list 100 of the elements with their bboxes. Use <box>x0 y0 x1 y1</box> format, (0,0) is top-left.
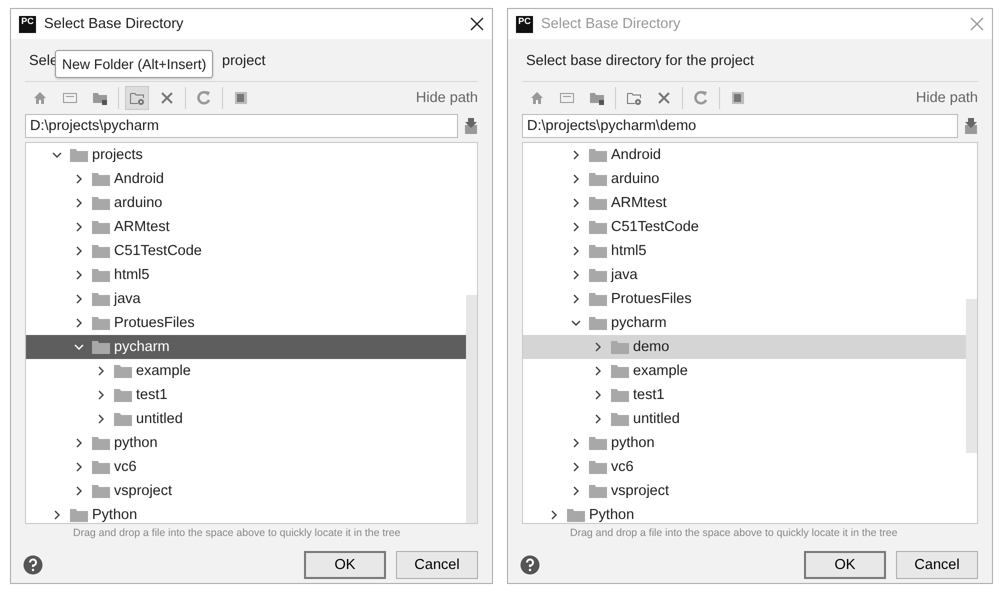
download-icon <box>464 117 478 135</box>
tree-row[interactable]: pycharm <box>26 335 466 359</box>
chevron-right-icon <box>593 342 603 352</box>
folder-name: ARMtest <box>114 219 170 235</box>
dialog-button[interactable]: Cancel <box>896 551 978 579</box>
tree-row[interactable]: ProtuesFiles <box>523 287 966 311</box>
tree-row[interactable]: untitled <box>26 407 466 431</box>
folder-name: arduino <box>611 171 660 187</box>
tree-row[interactable]: Android <box>523 143 966 167</box>
tree-row[interactable]: ProtuesFiles <box>26 311 466 335</box>
path-field[interactable]: D:\projects\pycharm\demo <box>522 114 958 138</box>
folder-icon <box>589 172 607 186</box>
tree-row[interactable]: demo <box>523 335 966 359</box>
chevron-right-icon <box>571 462 581 472</box>
tree-row[interactable]: Python <box>523 503 966 523</box>
folder-name: ProtuesFiles <box>611 291 692 307</box>
close-button[interactable] <box>470 17 484 31</box>
tree-row[interactable]: ARMtest <box>26 215 466 239</box>
new-folder-button[interactable] <box>125 86 149 110</box>
tree-row[interactable]: projects <box>26 143 466 167</box>
tree-row[interactable]: C51TestCode <box>26 239 466 263</box>
path-field[interactable]: D:\projects\pycharm <box>25 114 458 138</box>
help-button[interactable] <box>23 555 43 575</box>
tree-row[interactable]: example <box>26 359 466 383</box>
close-icon <box>656 90 672 106</box>
home-icon <box>32 90 48 106</box>
folder-name: python <box>114 435 158 451</box>
hide-path-link[interactable]: Hide path <box>916 90 978 106</box>
new-folder-icon <box>129 90 145 106</box>
tree-row[interactable]: pycharm <box>523 311 966 335</box>
tree-row[interactable]: java <box>523 263 966 287</box>
tree-row[interactable]: vsproject <box>26 479 466 503</box>
scrollbar-thumb[interactable] <box>466 295 477 523</box>
folder-icon <box>589 268 607 282</box>
tree-row[interactable]: vsproject <box>523 479 966 503</box>
tree-row[interactable]: Python <box>26 503 466 523</box>
chevron-right-icon <box>571 294 581 304</box>
window-icon <box>233 90 249 106</box>
tree-row[interactable]: python <box>523 431 966 455</box>
tree-row[interactable]: arduino <box>26 191 466 215</box>
hint-text: Drag and drop a file into the space above to quickly locate it in the tree <box>72 526 402 539</box>
folder-icon <box>92 268 110 282</box>
tree-row[interactable]: ARMtest <box>523 191 966 215</box>
app-logo: PC <box>516 16 533 32</box>
window-title: Select Base Directory <box>541 16 682 32</box>
folder-icon <box>92 436 110 450</box>
window-title: Select Base Directory <box>44 16 184 32</box>
tree-row[interactable]: python <box>26 431 466 455</box>
scrollbar-thumb[interactable] <box>966 299 977 453</box>
chevron-right-icon <box>74 318 84 328</box>
chevron-right-icon <box>571 486 581 496</box>
close-icon <box>470 17 484 31</box>
tree-row[interactable]: untitled <box>523 407 966 431</box>
chevron-right-icon <box>52 510 62 520</box>
dialog-button[interactable]: OK <box>804 551 886 579</box>
chevron-right-icon <box>74 486 84 496</box>
refresh-icon <box>196 90 212 106</box>
chevron-right-icon <box>549 510 559 520</box>
folder-icon <box>567 508 585 522</box>
tree-row[interactable]: arduino <box>523 167 966 191</box>
help-button[interactable] <box>520 555 540 575</box>
folder-icon <box>589 484 607 498</box>
folder-icon <box>92 340 110 354</box>
dialog-button[interactable]: OK <box>304 551 386 579</box>
tree-row[interactable]: Android <box>26 167 466 191</box>
folder-name: untitled <box>136 411 183 427</box>
chevron-right-icon <box>571 270 581 280</box>
folder-name: arduino <box>114 195 162 211</box>
tree-row[interactable]: vc6 <box>26 455 466 479</box>
folder-icon <box>589 292 607 306</box>
tree-row[interactable]: html5 <box>26 263 466 287</box>
folder-name: vc6 <box>611 459 634 475</box>
folder-name: java <box>114 291 141 307</box>
hide-path-link[interactable]: Hide path <box>416 90 478 106</box>
tree-row[interactable]: html5 <box>523 239 966 263</box>
folder-icon <box>114 388 132 402</box>
chevron-right-icon <box>74 198 84 208</box>
tree-row[interactable]: example <box>523 359 966 383</box>
dialog-button[interactable]: Cancel <box>396 551 478 579</box>
app-logo: PC <box>19 16 36 32</box>
folder-name: Android <box>114 171 164 187</box>
tree-row[interactable]: vc6 <box>523 455 966 479</box>
tree-row[interactable]: java <box>26 287 466 311</box>
folder-icon <box>92 460 110 474</box>
folder-name: ProtuesFiles <box>114 315 195 331</box>
help-icon <box>23 555 43 575</box>
folder-icon <box>589 220 607 234</box>
chevron-right-icon <box>593 414 603 424</box>
folder-name: test1 <box>633 387 664 403</box>
folder-name: java <box>611 267 638 283</box>
close-icon <box>159 90 175 106</box>
tree-row[interactable]: test1 <box>26 383 466 407</box>
refresh-icon <box>693 90 709 106</box>
folder-icon <box>92 196 110 210</box>
folder-icon <box>92 484 110 498</box>
home-icon <box>529 90 545 106</box>
window-icon <box>730 90 746 106</box>
tree-row[interactable]: test1 <box>523 383 966 407</box>
tree-row[interactable]: C51TestCode <box>523 215 966 239</box>
folder-icon <box>92 244 110 258</box>
